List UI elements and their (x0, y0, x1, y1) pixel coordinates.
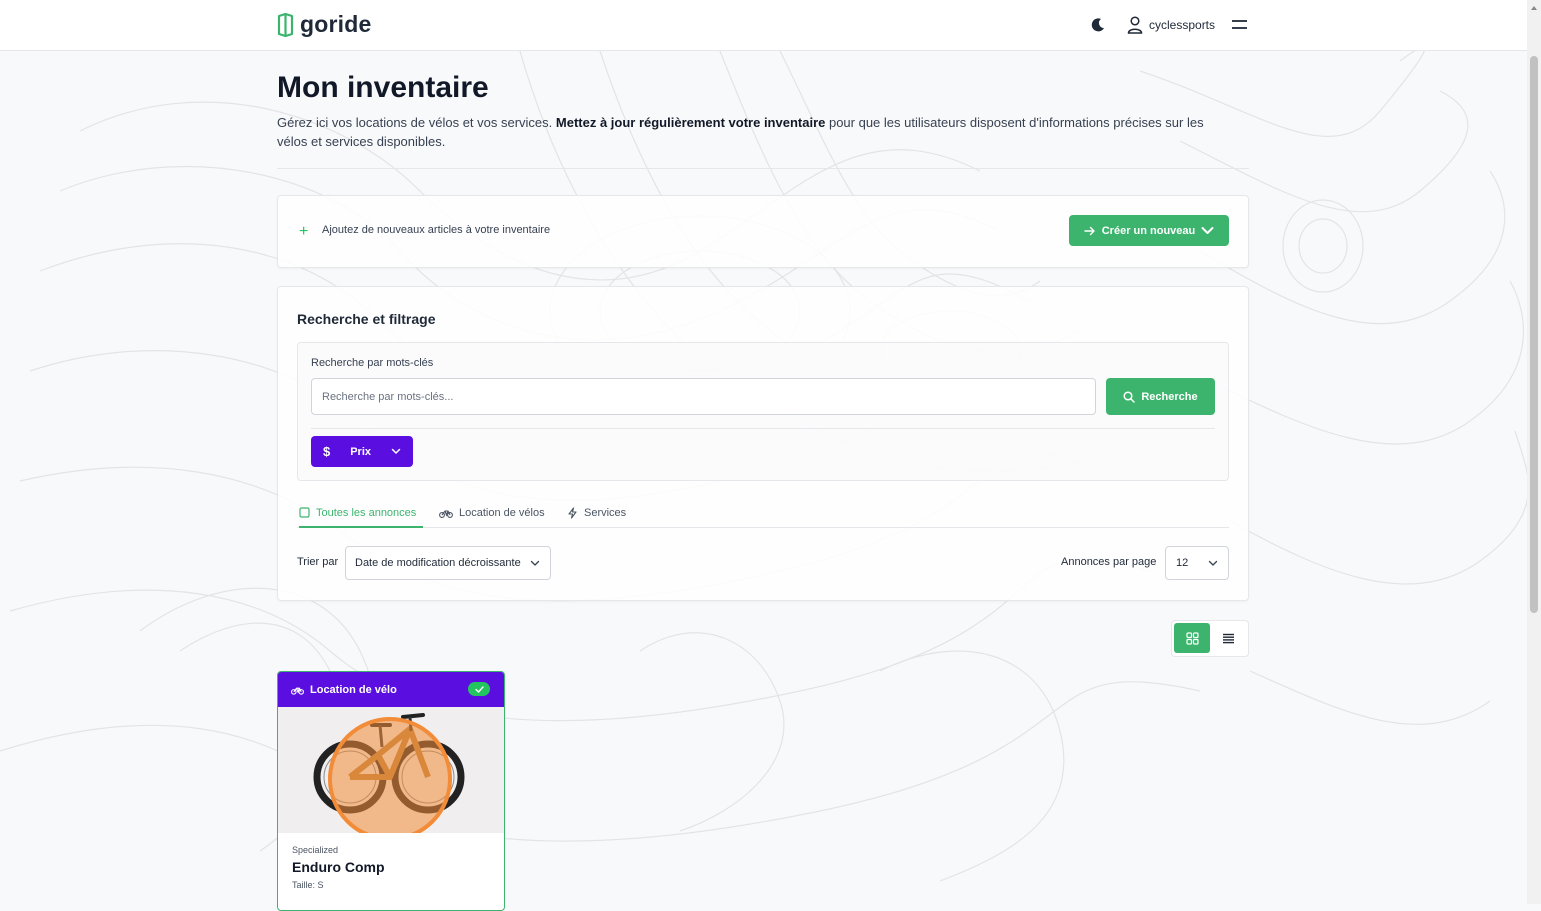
sort-label: Trier par (297, 556, 339, 568)
arrow-right-icon (1084, 226, 1095, 235)
dollar-icon: $ (323, 444, 331, 459)
search-button-label: Recherche (1141, 390, 1198, 403)
add-items-text: Ajoutez de nouveaux articles à votre inv… (322, 224, 551, 236)
listing-card[interactable]: Location de vélo Specialized Enduro Comp… (277, 671, 505, 911)
tab-label: Toutes les annonces (316, 506, 417, 519)
tab-all-listings[interactable]: Toutes les annonces (299, 499, 423, 528)
highlight-circle (328, 717, 452, 833)
bicycle-icon (291, 687, 304, 695)
listing-brand: Specialized (292, 845, 339, 855)
bicycle-icon (439, 509, 453, 518)
scroll-up-arrow-icon[interactable] (1529, 3, 1539, 13)
tab-label: Services (584, 506, 627, 519)
square-icon (299, 507, 310, 518)
list-view-button[interactable] (1212, 623, 1245, 653)
moon-icon (1091, 18, 1104, 32)
logo[interactable]: goride (277, 11, 371, 38)
listing-category: Location de vélo (310, 683, 397, 696)
divider (277, 168, 1249, 169)
chevron-down-icon (530, 560, 540, 566)
list-icon (1223, 633, 1234, 643)
bike-photo (278, 707, 504, 833)
grid-icon (1185, 631, 1199, 645)
create-new-label: Créer un nouveau (1101, 224, 1196, 237)
page-subtitle: Gérez ici vos locations de vélos et vos … (277, 113, 1237, 151)
sort-select[interactable]: Date de modification décroissante (345, 546, 551, 580)
search-button[interactable]: Recherche (1106, 378, 1215, 415)
price-filter-button[interactable]: $ Prix (311, 436, 413, 467)
top-navigation-bar: goride cyclessports (0, 0, 1527, 51)
search-icon (1123, 390, 1136, 403)
username: cyclessports (1149, 18, 1216, 32)
per-page-value: 12 (1176, 557, 1189, 569)
menu-button[interactable] (1231, 17, 1248, 36)
page-title: Mon inventaire (277, 71, 489, 104)
divider (311, 428, 1215, 429)
user-menu[interactable]: cyclessports (1127, 16, 1215, 34)
keyword-search-input[interactable] (311, 378, 1096, 415)
checkmark-icon (474, 685, 484, 693)
chevron-down-icon (1201, 227, 1214, 234)
user-icon (1127, 16, 1143, 34)
price-filter-label: Prix (350, 445, 372, 458)
tab-label: Location de vélos (459, 506, 545, 519)
scrollbar-thumb[interactable] (1530, 56, 1538, 613)
grid-view-button[interactable] (1174, 623, 1210, 653)
lightning-icon (568, 506, 577, 519)
sort-select-value: Date de modification décroissante (355, 557, 521, 569)
per-page-select[interactable]: 12 (1165, 546, 1229, 580)
tab-bike-rentals[interactable]: Location de vélos (439, 499, 545, 526)
logo-text: goride (300, 11, 372, 37)
keyword-search-label: Recherche par mots-clés (311, 357, 434, 369)
logo-mark-icon (277, 12, 294, 37)
filter-card-title: Recherche et filtrage (297, 311, 436, 327)
subtitle-text: Gérez ici vos locations de vélos et vos … (277, 115, 556, 130)
listing-size: Taille: S (292, 880, 324, 890)
plus-icon: + (299, 223, 309, 240)
subtitle-emphasis: Mettez à jour régulièrement votre invent… (555, 115, 826, 130)
menu-icon (1232, 20, 1247, 29)
create-new-button[interactable]: Créer un nouveau (1069, 215, 1229, 246)
listing-name: Enduro Comp (292, 859, 385, 875)
tab-services[interactable]: Services (567, 499, 626, 526)
chevron-down-icon (1208, 560, 1218, 566)
listing-type-tabs: Toutes les annonces Location de vélos Se… (297, 499, 1229, 528)
chevron-down-icon (391, 448, 401, 454)
published-status-badge (468, 682, 490, 696)
theme-toggle-button[interactable] (1090, 17, 1106, 38)
per-page-label: Annonces par page (1061, 556, 1157, 568)
